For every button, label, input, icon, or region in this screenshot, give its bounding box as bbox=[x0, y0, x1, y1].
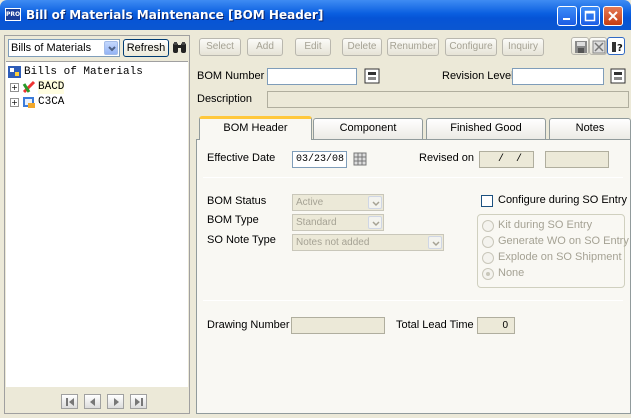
so-note-type-value: Notes not added bbox=[296, 237, 370, 248]
total-lead-time-label: Total Lead Time bbox=[396, 319, 474, 331]
tab-bom-header[interactable]: BOM Header bbox=[199, 116, 312, 140]
title-bar[interactable]: PRO Bill of Materials Maintenance [BOM H… bbox=[0, 0, 631, 30]
bom-number-label: BOM Number bbox=[197, 70, 265, 82]
effective-date-label: Effective Date bbox=[207, 152, 276, 164]
bom-header-panel: Effective Date 03/23/08 Revised on / / B… bbox=[196, 139, 631, 414]
drawing-number-input[interactable] bbox=[291, 317, 385, 334]
close-button[interactable] bbox=[603, 6, 623, 26]
revised-on-value: / / bbox=[492, 154, 529, 165]
chevron-down-icon[interactable] bbox=[368, 196, 382, 209]
minimize-button[interactable] bbox=[557, 6, 577, 26]
radio-generate-wo[interactable] bbox=[482, 236, 494, 248]
bom-number-input[interactable] bbox=[267, 68, 357, 85]
next-record-button[interactable] bbox=[107, 394, 124, 409]
left-pane-toolbar: Bills of Materials Refresh bbox=[5, 36, 189, 60]
drawing-number-label: Drawing Number bbox=[207, 319, 290, 331]
tree-root-label: Bills of Materials bbox=[24, 66, 143, 78]
lookup-icon[interactable] bbox=[610, 68, 626, 84]
previous-record-button[interactable] bbox=[84, 394, 101, 409]
radio-none[interactable] bbox=[482, 268, 494, 280]
bom-type-select[interactable]: Standard bbox=[292, 214, 384, 231]
radio-kit[interactable] bbox=[482, 220, 494, 232]
save-icon[interactable] bbox=[571, 37, 589, 55]
binoculars-icon[interactable] bbox=[172, 40, 187, 55]
bom-status-value: Active bbox=[296, 197, 324, 208]
chevron-down-icon[interactable] bbox=[428, 236, 442, 249]
view-combo-value: Bills of Materials bbox=[11, 42, 92, 54]
inquiry-button[interactable]: Inquiry bbox=[502, 38, 544, 56]
effective-date-value: 03/23/08 bbox=[296, 154, 345, 165]
bom-tree[interactable]: Bills of Materials + BACD + C3CA bbox=[6, 61, 188, 387]
divider bbox=[203, 177, 623, 178]
configure-label: Configure during SO Entry bbox=[498, 194, 628, 206]
tab-notes[interactable]: Notes bbox=[549, 118, 631, 139]
bom-status-select[interactable]: Active bbox=[292, 194, 384, 211]
maximize-button[interactable] bbox=[580, 6, 600, 26]
record-navigator bbox=[5, 388, 189, 413]
tab-finished-good[interactable]: Finished Good bbox=[426, 118, 546, 139]
delete-button[interactable]: Delete bbox=[342, 38, 382, 56]
radio-none-label: None bbox=[498, 267, 525, 279]
left-pane: Bills of Materials Refresh Bills of Mate… bbox=[4, 35, 190, 414]
lookup-icon[interactable] bbox=[364, 68, 380, 84]
bom-type-value: Standard bbox=[296, 217, 337, 228]
expand-icon[interactable]: + bbox=[10, 83, 19, 92]
radio-kit-label: Kit during SO Entry bbox=[498, 219, 593, 231]
select-button[interactable]: Select bbox=[199, 38, 241, 56]
app-icon: PRO bbox=[5, 8, 21, 21]
tree-item-label: C3CA bbox=[38, 96, 65, 108]
bom-status-label: BOM Status bbox=[207, 195, 267, 207]
assembly-icon bbox=[22, 80, 36, 94]
cancel-icon[interactable] bbox=[589, 37, 607, 55]
renumber-button[interactable]: Renumber bbox=[387, 38, 439, 56]
description-label: Description bbox=[197, 93, 253, 105]
assembly-icon bbox=[23, 97, 35, 108]
revised-on-label: Revised on bbox=[419, 152, 475, 164]
add-button[interactable]: Add bbox=[247, 38, 283, 56]
edit-button[interactable]: Edit bbox=[295, 38, 331, 56]
so-entry-options-group: Kit during SO Entry Generate WO on SO En… bbox=[477, 214, 629, 288]
expand-icon[interactable]: + bbox=[10, 98, 19, 107]
description-input[interactable] bbox=[267, 91, 629, 108]
svg-text:?: ? bbox=[617, 43, 623, 54]
bom-root-icon bbox=[8, 66, 21, 78]
view-combo[interactable]: Bills of Materials bbox=[8, 39, 120, 57]
tree-item-label: BACD bbox=[38, 80, 65, 94]
configure-checkbox[interactable] bbox=[481, 195, 493, 207]
calendar-icon[interactable] bbox=[353, 152, 367, 166]
help-icon[interactable]: ? bbox=[607, 37, 625, 55]
total-lead-time-input[interactable]: 0 bbox=[477, 317, 515, 334]
revision-level-input[interactable] bbox=[512, 68, 604, 85]
radio-generate-wo-label: Generate WO on SO Entry bbox=[498, 235, 629, 247]
tab-component[interactable]: Component bbox=[313, 118, 423, 139]
action-toolbar: Select Add Edit Delete Renumber Configur… bbox=[196, 35, 627, 59]
configure-button[interactable]: Configure bbox=[445, 38, 497, 56]
last-record-button[interactable] bbox=[130, 394, 147, 409]
revised-on-extra-field[interactable] bbox=[545, 151, 609, 168]
chevron-down-icon[interactable] bbox=[368, 216, 382, 229]
revision-level-label: Revision Level bbox=[442, 70, 514, 82]
divider bbox=[203, 300, 623, 301]
effective-date-input[interactable]: 03/23/08 bbox=[292, 151, 347, 168]
radio-selected-dot bbox=[486, 272, 490, 276]
radio-explode-label: Explode on SO Shipment bbox=[498, 251, 622, 263]
total-lead-time-value: 0 bbox=[502, 320, 508, 331]
so-note-type-select[interactable]: Notes not added bbox=[292, 234, 444, 251]
bom-type-label: BOM Type bbox=[207, 214, 259, 226]
refresh-button[interactable]: Refresh bbox=[123, 39, 169, 57]
revised-on-input[interactable]: / / bbox=[479, 151, 534, 168]
chevron-down-icon[interactable] bbox=[104, 41, 118, 55]
first-record-button[interactable] bbox=[61, 394, 78, 409]
window-title: Bill of Materials Maintenance [BOM Heade… bbox=[26, 8, 324, 22]
radio-explode[interactable] bbox=[482, 252, 494, 264]
so-note-type-label: SO Note Type bbox=[207, 234, 276, 246]
